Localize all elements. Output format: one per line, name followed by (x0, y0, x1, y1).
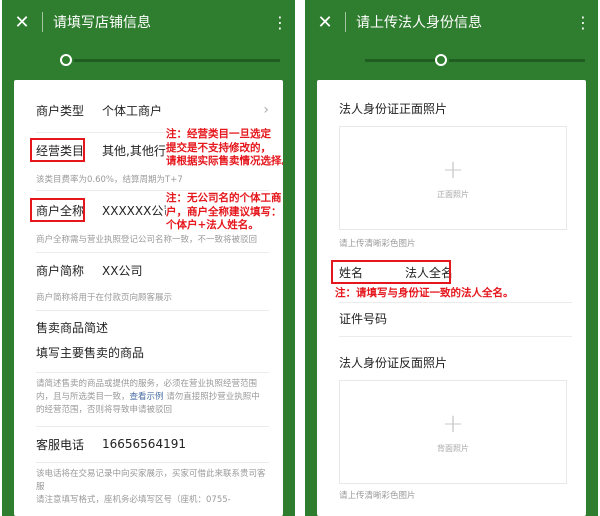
phone-hint-line-2: 服 (36, 482, 45, 492)
id-number-label: 证件号码 (339, 311, 388, 326)
plus-icon: + (442, 154, 464, 185)
phone-hint-line-3: 请注意填写格式，座机务必填写区号（座机：0755- (36, 495, 231, 505)
category-annotation: 注：经营类目一旦选定 提交是不支持修改的， 请根据实际售卖情况选择。 (166, 128, 283, 169)
progress-stepper (60, 54, 282, 68)
chevron-right-icon: › (263, 102, 269, 118)
full-name-note-line-2: 户，商户全称建议填写： (166, 205, 282, 218)
short-name-label: 商户简称 (36, 263, 85, 278)
short-name-hint: 商户简称将用于在付款页向顾客展示 (36, 293, 173, 303)
plus-icon: + (442, 408, 464, 439)
page-title: 请填写店铺信息 (53, 15, 151, 31)
full-name-hint: 商户全称需与营业执照登记公司名称一致，不一致将被驳回 (36, 235, 258, 245)
divider (36, 252, 269, 253)
right-top-bar: ✕ 请上传法人身份信息 ⋮ (305, 0, 598, 44)
service-phone-row[interactable]: 客服电话 16656564191 (36, 434, 269, 454)
highlight-box-category (30, 138, 85, 162)
goods-hint-line-1: 请简述售卖的商品或提供的服务，必须在营业执照经营范围 (36, 379, 258, 389)
goods-hint: 请简述售卖的商品或提供的服务，必须在营业执照经营范围 内，且与所选类目一致，查看… (36, 378, 269, 417)
progress-stepper (365, 54, 587, 68)
goods-title: 售卖商品简述 (36, 320, 109, 335)
step-line (449, 59, 585, 62)
category-note-line-2: 提交是不支持修改的， (166, 141, 271, 154)
back-photo-upload[interactable]: + 背面照片 (339, 380, 567, 484)
goods-hint-text-b: 请勿直接照抄营业执照中 (163, 392, 260, 402)
category-hint: 该类目费率为0.60%，结算周期为T+7 (36, 175, 183, 185)
close-icon[interactable]: ✕ (2, 0, 42, 44)
id-info-card: 法人身份证正面照片 + 正面照片 请上传清晰彩色图片 姓名 法人全名 注：请填写… (317, 80, 586, 516)
highlight-box-full-name (30, 198, 85, 222)
front-photo-title: 法人身份证正面照片 (339, 102, 448, 116)
front-photo-hint: 请上传清晰彩色图片 (339, 239, 416, 249)
view-example-link[interactable]: 查看示例 (130, 392, 164, 402)
step-line-done (365, 59, 435, 62)
goods-title-row: 售卖商品简述 (36, 318, 269, 336)
name-annotation: 注：请填写与身份证一致的法人全名。 (335, 287, 514, 299)
store-info-card: 商户类型 个体工商户 › 经营类目 其他,其他行业 该类目费率为0.60%，结算… (14, 80, 283, 516)
merchant-type-label: 商户类型 (36, 103, 85, 118)
full-name-value: XXXXXX公司 (102, 203, 176, 218)
category-note-line-1: 注：经营类目一旦选定 (166, 128, 271, 140)
title-divider (42, 12, 43, 32)
step-dot-current (435, 54, 447, 66)
divider (339, 336, 572, 337)
more-vertical-icon[interactable]: ⋮ (568, 0, 598, 44)
service-phone-label: 客服电话 (36, 437, 85, 452)
full-name-annotation: 注：无公司名的个体工商 户，商户全称建议填写： 个体户+法人姓名。 (166, 192, 282, 233)
divider (36, 462, 269, 463)
goods-input[interactable]: 填写主要售卖的商品 (36, 342, 269, 362)
front-photo-upload[interactable]: + 正面照片 (339, 126, 567, 230)
divider (36, 190, 269, 191)
divider (339, 302, 572, 303)
divider (36, 310, 269, 311)
close-icon[interactable]: ✕ (305, 0, 345, 44)
full-name-note-line-1: 注：无公司名的个体工商 (166, 192, 282, 204)
category-note-line-3: 请根据实际售卖情况选择。 (166, 155, 283, 167)
highlight-box-name (331, 260, 451, 284)
goods-hint-line-3: 的经营范围，否则将导致申请被驳回 (36, 405, 173, 415)
divider (36, 426, 269, 427)
front-photo-caption: 正面照片 (437, 189, 469, 199)
step-dot-current (60, 54, 72, 66)
right-screen: ✕ 请上传法人身份信息 ⋮ 法人身份证正面照片 + 正面照片 请上传清晰彩色图片… (305, 0, 598, 516)
goods-hint-text-a: 内，且与所选类目一致， (36, 392, 130, 402)
left-top-bar: ✕ 请填写店铺信息 ⋮ (2, 0, 295, 44)
goods-value: 填写主要售卖的商品 (36, 345, 145, 360)
merchant-type-row[interactable]: 商户类型 个体工商户 › (36, 100, 269, 120)
phone-hint-line-1: 该电话将在交易记录中向买家展示，买家可借此来联系贵司客 (36, 469, 266, 479)
more-vertical-icon[interactable]: ⋮ (265, 0, 295, 44)
short-name-row[interactable]: 商户简称 XX公司 (36, 260, 269, 280)
full-name-note-line-3: 个体户+法人姓名。 (166, 219, 259, 231)
short-name-value: XX公司 (102, 263, 143, 278)
back-photo-hint: 请上传清晰彩色图片 (339, 491, 416, 501)
left-screen: ✕ 请填写店铺信息 ⋮ 商户类型 个体工商户 › 经营类目 其他,其他行业 该类… (2, 0, 295, 516)
back-photo-title: 法人身份证反面照片 (339, 356, 448, 370)
title-divider (345, 12, 346, 32)
step-line (74, 59, 280, 62)
id-number-row[interactable]: 证件号码 (339, 308, 572, 328)
goods-hint-line-2: 内，且与所选类目一致，查看示例 请勿直接照抄营业执照中 (36, 391, 269, 404)
back-photo-caption: 背面照片 (437, 443, 469, 453)
page-title: 请上传法人身份信息 (356, 15, 482, 31)
divider (36, 372, 269, 373)
phone-hint: 该电话将在交易记录中向买家展示，买家可借此来联系贵司客 服 请注意填写格式，座机… (36, 468, 269, 507)
service-phone-value: 16656564191 (102, 437, 186, 451)
merchant-type-value: 个体工商户 (102, 103, 163, 118)
